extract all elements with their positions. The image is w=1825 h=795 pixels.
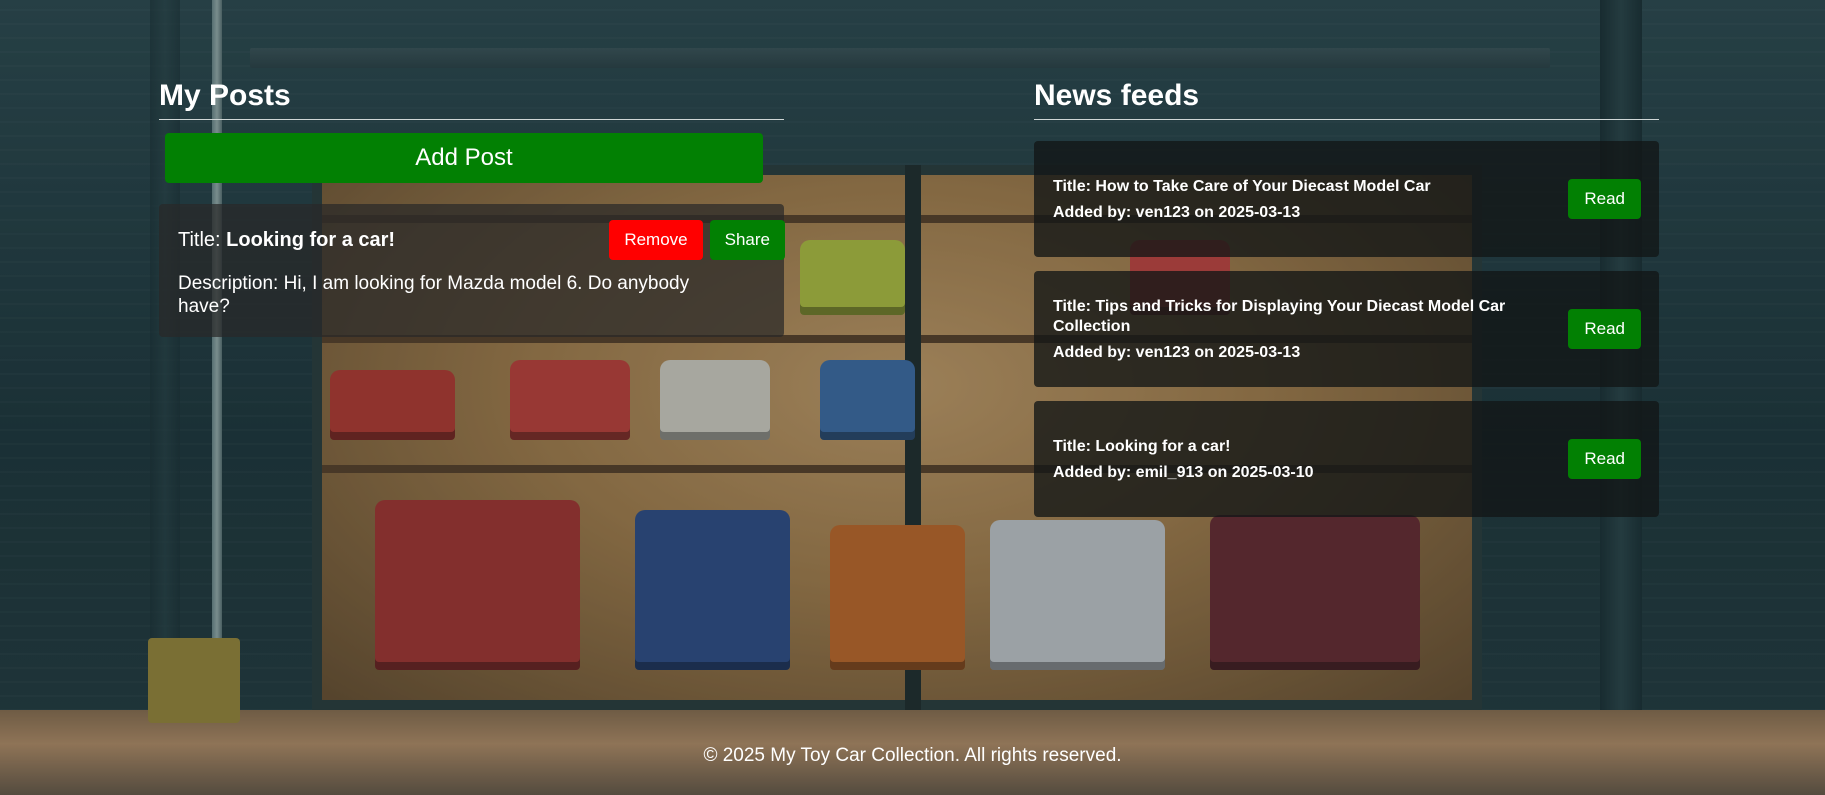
post-title-prefix: Title: — [178, 228, 227, 251]
news-item: Title: How to Take Care of Your Diecast … — [1034, 141, 1659, 257]
news-item: Title: Tips and Tricks for Displaying Yo… — [1034, 271, 1659, 387]
post-title-value: Looking for a car! — [226, 228, 396, 251]
post-card: Title: Looking for a car! Remove Share D… — [159, 204, 785, 337]
read-button[interactable]: Read — [1568, 179, 1641, 219]
my-posts-heading: My Posts — [159, 78, 784, 120]
post-description: Description: Hi, I am looking for Mazda … — [178, 273, 690, 317]
news-feeds-heading: News feeds — [1034, 78, 1659, 120]
footer-copyright: © 2025 My Toy Car Collection. All rights… — [703, 745, 1122, 766]
news-item-meta: Added by: ven123 on 2025-03-13 — [1053, 343, 1301, 361]
news-item-title: Title: Tips and Tricks for Displaying Yo… — [1053, 297, 1506, 335]
share-post-button[interactable]: Share — [709, 220, 785, 260]
news-item: Title: Looking for a car! Added by: emil… — [1034, 401, 1659, 517]
news-item-meta: Added by: emil_913 on 2025-03-10 — [1053, 463, 1314, 481]
remove-post-button[interactable]: Remove — [609, 220, 703, 260]
read-button[interactable]: Read — [1568, 309, 1641, 349]
my-posts-panel: My Posts Add Post Title: Looking for a c… — [159, 78, 785, 337]
news-item-title: Title: How to Take Care of Your Diecast … — [1053, 177, 1431, 195]
post-actions: Remove Share — [609, 220, 785, 260]
news-feeds-panel: News feeds Title: How to Take Care of Yo… — [1034, 78, 1659, 517]
news-item-title: Title: Looking for a car! — [1053, 437, 1231, 455]
add-post-button[interactable]: Add Post — [165, 133, 763, 183]
read-button[interactable]: Read — [1568, 439, 1641, 479]
post-title: Title: Looking for a car! — [178, 229, 395, 252]
news-item-meta: Added by: ven123 on 2025-03-13 — [1053, 203, 1301, 221]
